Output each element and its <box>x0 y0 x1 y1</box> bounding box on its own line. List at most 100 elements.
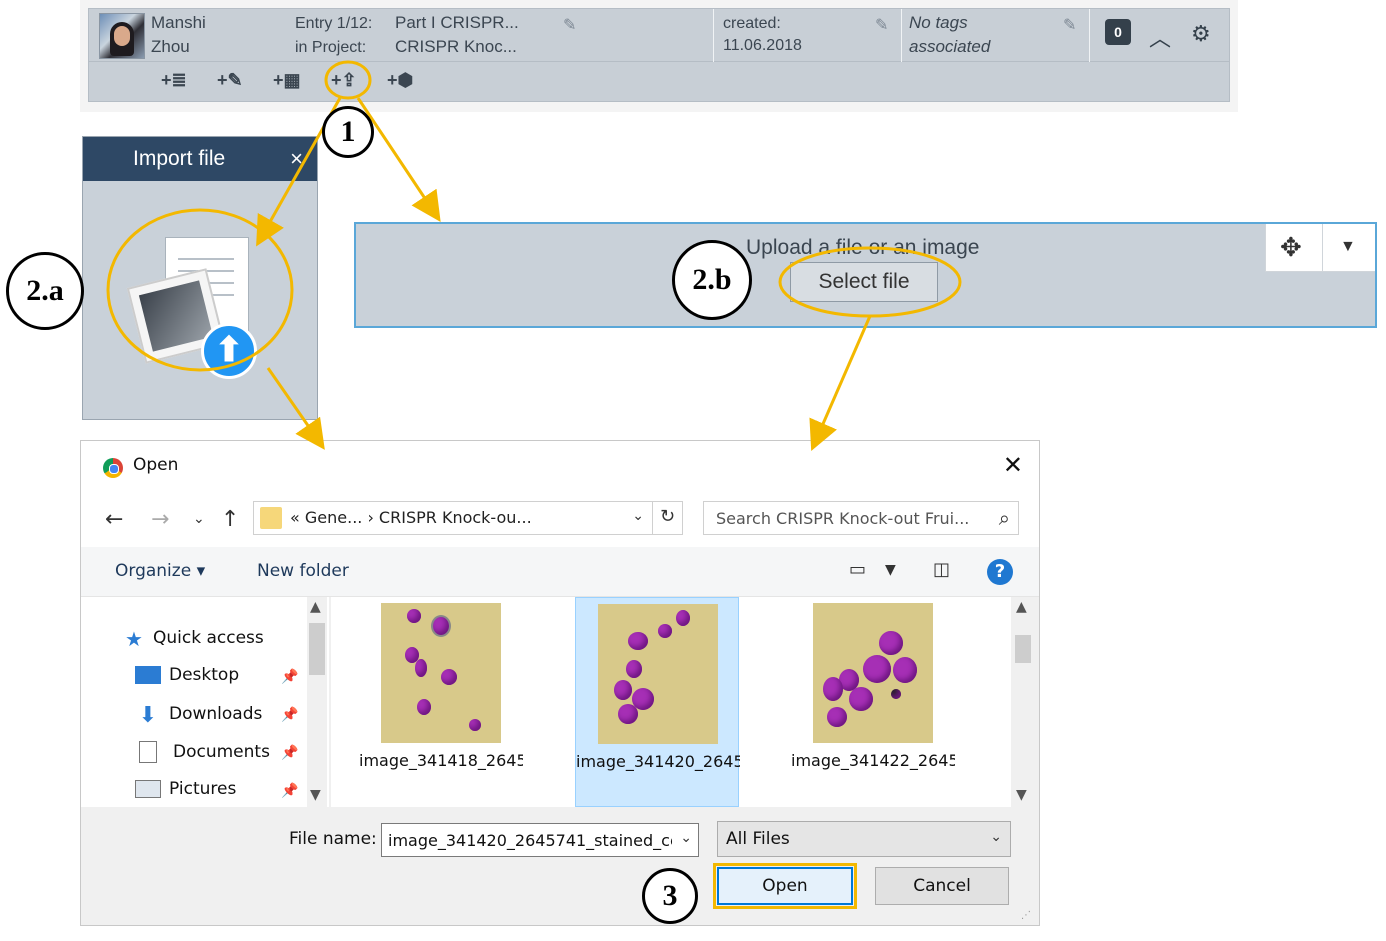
chevron-down-icon[interactable]: ⌄ <box>990 829 1002 845</box>
import-file-header: Import file × <box>83 137 317 181</box>
pin-icon[interactable]: 📌 <box>281 783 298 799</box>
close-icon[interactable]: × <box>290 146 303 172</box>
arrow-2b-to-dialog <box>809 315 872 452</box>
nav-pane-scrollbar[interactable]: ▲ ▼ <box>307 597 327 807</box>
gear-icon[interactable]: ⚙ <box>1191 21 1211 47</box>
file-thumbnail <box>381 603 501 743</box>
scroll-up-icon[interactable]: ▲ <box>1016 599 1027 615</box>
upload-arrow-icon: ⬆ <box>201 323 257 379</box>
open-button[interactable]: Open <box>717 867 853 905</box>
step-2b-badge: 2.b <box>672 240 752 320</box>
dialog-nav-row: ← → ⌄ ↑ « Gene... › CRISPR Knock-ou... ⌄… <box>81 491 1039 547</box>
organize-button[interactable]: Organize ▾ <box>115 561 205 581</box>
entry-toolbar: +≣ +✎ +▦ +⇪ +⬢ <box>88 62 1230 102</box>
open-file-dialog: Open ✕ ← → ⌄ ↑ « Gene... › CRISPR Knock-… <box>80 440 1040 926</box>
new-folder-button[interactable]: New folder <box>257 561 349 581</box>
file-list-scrollbar[interactable]: ▲ ▼ <box>1013 597 1033 807</box>
close-icon[interactable]: ✕ <box>1003 451 1023 479</box>
project-name[interactable]: CRISPR Knoc... <box>395 37 517 57</box>
file-item-selected[interactable]: image_341420_2645741_stained_cells_2 <box>575 597 740 807</box>
collapse-chevron-up-icon[interactable]: ︿ <box>1149 21 1171 53</box>
search-icon: ⌕ <box>998 506 1010 530</box>
pictures-icon <box>135 780 161 798</box>
chevron-down-icon[interactable]: ⌄ <box>680 830 692 846</box>
comment-count-icon[interactable]: 0 <box>1105 19 1131 45</box>
tags-line1: No tags <box>909 13 968 32</box>
download-arrow-icon: ⬇ <box>138 703 158 728</box>
entry-header: Manshi Zhou Entry 1/12: Part I CRISPR...… <box>80 0 1238 112</box>
scroll-down-icon[interactable]: ▼ <box>1016 787 1027 803</box>
dialog-footer: File name: image_341420_2645741_stained_… <box>81 807 1039 925</box>
pin-icon[interactable]: 📌 <box>281 745 298 761</box>
edit-date-pencil-icon[interactable]: ✎ <box>875 15 893 34</box>
add-plugin-icon[interactable]: +⬢ <box>387 70 413 91</box>
pin-icon[interactable]: 📌 <box>281 707 298 723</box>
cancel-button[interactable]: Cancel <box>875 867 1009 905</box>
entry-title[interactable]: Part I CRISPR... <box>395 13 519 33</box>
nav-quick-access[interactable]: ★ Quick access <box>125 627 264 651</box>
nav-desktop[interactable]: Desktop <box>135 665 239 685</box>
view-options-icon[interactable]: ▭ <box>849 559 866 580</box>
forward-arrow-icon[interactable]: → <box>151 507 169 532</box>
step-1-badge: 1 <box>322 106 374 158</box>
file-item[interactable]: image_341418_2645741_stained_cells_1 <box>359 597 523 807</box>
add-text-icon[interactable]: +≣ <box>161 70 187 91</box>
chrome-icon <box>103 458 123 478</box>
resize-grip-icon[interactable]: ⋰ <box>1021 910 1031 921</box>
address-path: « Gene... › CRISPR Knock-ou... <box>290 508 532 527</box>
view-chevron-down-icon[interactable]: ▼ <box>885 562 896 578</box>
search-placeholder: Search CRISPR Knock-out Frui... <box>716 509 970 528</box>
upload-tools: ✥ ▼ <box>1265 224 1375 272</box>
recent-chevron-down-icon[interactable]: ⌄ <box>193 511 205 527</box>
entry-info-bar: Manshi Zhou Entry 1/12: Part I CRISPR...… <box>88 8 1230 63</box>
preview-pane-icon[interactable]: ◫ <box>933 559 950 580</box>
file-name: image_341418_2645741_stained_cells_1 <box>359 751 523 770</box>
file-item[interactable]: image_341422_2645741_stained_cells_3 <box>791 597 955 807</box>
add-file-upload-icon[interactable]: +⇪ <box>331 70 357 91</box>
nav-documents[interactable]: Documents <box>135 741 270 763</box>
nav-downloads[interactable]: ⬇ Downloads <box>135 703 263 728</box>
file-type-value: All Files <box>726 829 790 849</box>
pin-icon[interactable]: 📌 <box>281 669 298 685</box>
file-thumbnail <box>813 603 933 743</box>
entry-label: Entry 1/12: <box>295 15 373 32</box>
star-icon: ★ <box>125 627 143 651</box>
avatar[interactable] <box>99 13 145 59</box>
dialog-titlebar: Open ✕ <box>81 441 1039 491</box>
dialog-command-bar: Organize ▾ New folder ▭ ▼ ◫ ? <box>81 547 1039 597</box>
file-thumbnail <box>598 604 718 744</box>
scroll-up-icon[interactable]: ▲ <box>310 599 321 615</box>
caret-down-icon[interactable]: ▼ <box>1340 238 1356 256</box>
file-name: image_341420_2645741_stained_cells_2 <box>576 752 740 771</box>
author-last-name: Zhou <box>151 37 190 56</box>
add-sketch-icon[interactable]: +✎ <box>217 70 243 91</box>
file-name-input[interactable]: image_341420_2645741_stained_ce ⌄ <box>381 823 699 857</box>
scroll-thumb[interactable] <box>1015 635 1031 663</box>
import-file-panel: Import file × ⬆ <box>82 136 318 420</box>
file-type-select[interactable]: All Files ⌄ <box>717 821 1011 857</box>
edit-title-pencil-icon[interactable]: ✎ <box>563 15 581 34</box>
help-icon[interactable]: ? <box>987 559 1013 585</box>
author-first-name: Manshi <box>151 13 206 32</box>
upload-title: Upload a file or an image <box>746 236 980 259</box>
add-table-icon[interactable]: +▦ <box>273 70 301 91</box>
nav-pictures[interactable]: Pictures <box>135 779 236 799</box>
upload-section: Upload a file or an image Select file ✥ … <box>354 222 1377 328</box>
refresh-icon[interactable]: ↻ <box>652 501 682 535</box>
select-file-button[interactable]: Select file <box>790 262 938 302</box>
step-3-badge: 3 <box>642 868 698 924</box>
edit-tags-pencil-icon[interactable]: ✎ <box>1063 15 1081 34</box>
file-list: image_341418_2645741_stained_cells_1 ima… <box>331 597 1011 807</box>
scroll-thumb[interactable] <box>309 623 325 675</box>
address-chevron-down-icon[interactable]: ⌄ <box>632 508 644 524</box>
search-input[interactable]: Search CRISPR Knock-out Frui... ⌕ <box>703 501 1019 535</box>
scroll-down-icon[interactable]: ▼ <box>310 787 321 803</box>
file-name-value: image_341420_2645741_stained_ce <box>388 831 672 850</box>
back-arrow-icon[interactable]: ← <box>105 507 123 532</box>
address-bar[interactable]: « Gene... › CRISPR Knock-ou... ⌄ ↻ <box>253 501 683 535</box>
created-date: 11.06.2018 <box>723 37 802 54</box>
move-icon[interactable]: ✥ <box>1280 232 1302 263</box>
file-name: image_341422_2645741_stained_cells_3 <box>791 751 955 770</box>
created-label: created: <box>723 15 781 32</box>
up-arrow-icon[interactable]: ↑ <box>221 507 239 532</box>
